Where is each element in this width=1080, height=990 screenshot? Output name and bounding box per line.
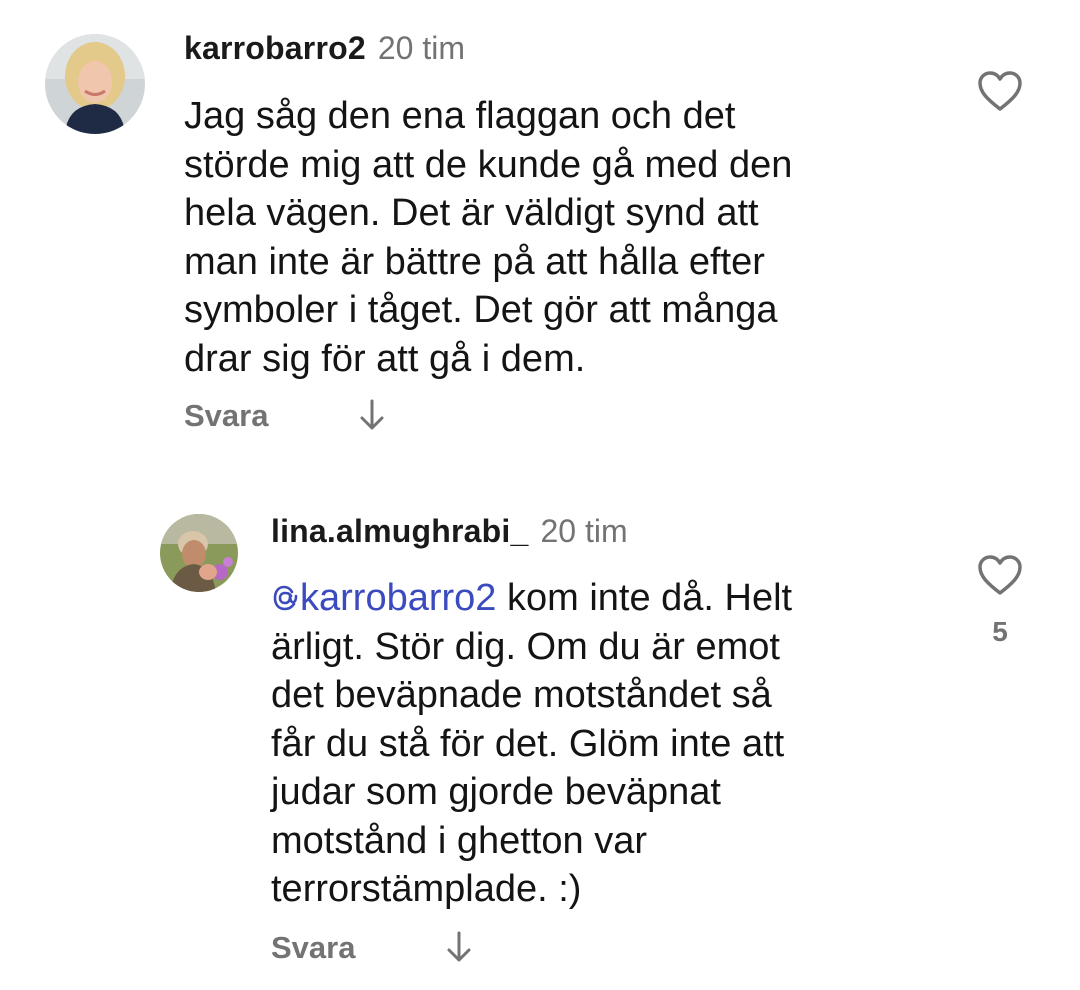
heart-outline-icon	[978, 555, 1022, 595]
comment-line: Jag såg den ena flaggan och det	[184, 95, 736, 137]
like-button[interactable]	[977, 554, 1023, 601]
comment-line: terrorstämplade. :)	[271, 868, 582, 910]
heart-outline-icon	[978, 71, 1022, 111]
comment-line: drar sig för att gå i dem.	[184, 337, 586, 380]
timestamp: 20 tim	[540, 513, 628, 549]
username[interactable]: karrobarro2	[184, 30, 366, 66]
comment-line: ärligt. Stör dig. Om du är emot	[271, 625, 780, 668]
mention-link[interactable]: karrobarro2	[271, 577, 496, 619]
comment-line: får du stå för det. Glöm inte att	[271, 722, 785, 765]
comment-text: Jag såg den ena flaggan och det störde m…	[184, 92, 792, 383]
comment-line-rest: kom inte då. Helt	[496, 577, 793, 619]
comment-header: karrobarro2 20 tim	[184, 30, 465, 67]
comment-line: judar som gjorde beväpnat	[271, 771, 721, 813]
comment-text: karrobarro2 kom inte då. Helt ärligt. St…	[271, 574, 792, 914]
comment-line: man inte är bättre på att hålla efter	[184, 240, 765, 283]
comment-line: symboler i tåget. Det gör att många	[184, 289, 778, 331]
comment-header: lina.almughrabi_ 20 tim	[271, 513, 628, 550]
comment-line: det beväpnade motståndet så	[271, 674, 772, 716]
comment-line: störde mig att de kunde gå med den	[184, 143, 793, 186]
expand-replies-button[interactable]	[445, 930, 473, 969]
avatar-image	[160, 514, 238, 592]
comment-line: karrobarro2 kom inte då. Helt	[271, 574, 792, 623]
comment-lina-almughrabi: lina.almughrabi_ 20 tim 5 karrobarro2 kom…	[0, 500, 1080, 990]
avatar-image	[45, 34, 145, 134]
username[interactable]: lina.almughrabi_	[271, 513, 528, 549]
mention-username: karrobarro2	[300, 577, 497, 619]
expand-replies-button[interactable]	[358, 398, 386, 437]
like-button[interactable]	[977, 70, 1023, 117]
reply-button[interactable]: Svara	[271, 930, 355, 966]
like-count: 5	[992, 616, 1008, 647]
arrow-down-icon	[447, 931, 471, 962]
timestamp: 20 tim	[377, 30, 465, 66]
threads-at-icon	[273, 585, 298, 611]
avatar[interactable]	[45, 34, 145, 134]
comment-line: motstånd i ghetton var	[271, 819, 647, 862]
arrow-down-icon	[360, 399, 384, 430]
comment-karrobarro2: karrobarro2 20 tim Jag såg den ena flagga…	[0, 0, 1080, 460]
reply-button[interactable]: Svara	[184, 398, 268, 434]
comment-line: hela vägen. Det är väldigt synd att	[184, 192, 759, 234]
avatar[interactable]	[160, 514, 238, 592]
